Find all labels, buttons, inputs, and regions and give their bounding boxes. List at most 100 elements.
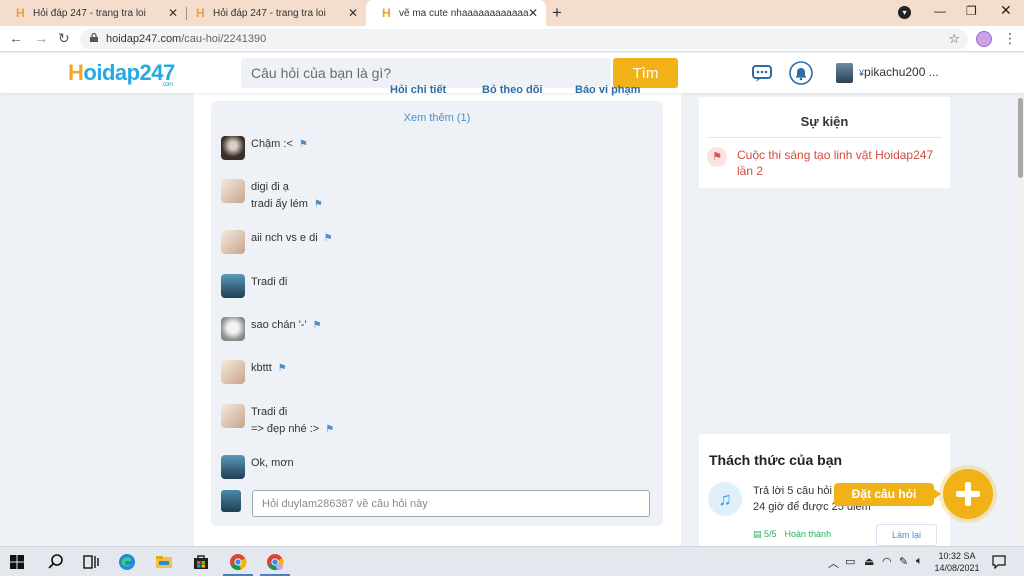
comment-line: Ok, mơn — [251, 457, 294, 469]
chrome-profile-icon[interactable] — [266, 553, 284, 571]
url-path: /cau-hoi/2241390 — [181, 33, 267, 45]
pen-icon[interactable]: ✎ — [899, 555, 908, 568]
username-text: pikachu200 ... — [864, 65, 939, 79]
notification-bell-icon[interactable] — [789, 61, 813, 85]
avatar[interactable] — [221, 404, 245, 428]
browser-menu-icon[interactable]: ⋮ — [1003, 30, 1017, 47]
unfollow-link[interactable]: Bỏ theo dõi — [482, 84, 543, 96]
scrollbar-thumb[interactable] — [1018, 98, 1023, 178]
bookmark-star-icon[interactable]: ☆ — [948, 31, 960, 47]
comment-line: digi đi ạ — [251, 181, 289, 193]
comment-line: Tradi đi — [251, 276, 288, 288]
profile-avatar-icon[interactable] — [976, 31, 992, 47]
detail-link[interactable]: Hỏi chi tiết — [390, 84, 446, 96]
comment-line: kbttt — [251, 362, 272, 374]
comment-input[interactable] — [252, 490, 650, 517]
close-tab-icon[interactable]: ✕ — [348, 6, 358, 20]
report-flag-icon[interactable]: ⚑ — [325, 421, 334, 438]
checklist-icon: ▤ — [753, 529, 765, 539]
new-tab-icon[interactable]: + — [552, 3, 562, 23]
user-avatar[interactable] — [836, 63, 853, 83]
battery-icon[interactable]: ▭ — [845, 555, 855, 568]
report-flag-icon[interactable]: ⚑ — [278, 360, 287, 377]
edge-browser-icon[interactable] — [118, 553, 136, 571]
report-link[interactable]: Báo vi phạm — [575, 84, 640, 96]
comment-line: sao chán '-' — [251, 319, 307, 331]
redo-button[interactable]: Làm lại — [876, 524, 937, 546]
comment-text: Tradi đi => đẹp nhé :> ⚑ — [251, 404, 334, 438]
browser-tabstrip: H Hỏi đáp 247 - trang tra loi ✕ H Hỏi đá… — [0, 0, 1024, 26]
challenge-progress: ▤ 5/5 Hoàn thành — [753, 529, 831, 540]
browser-toolbar: ← → ↻ hoidap247.com/cau-hoi/2241390 ☆ — [0, 26, 1024, 52]
usb-icon[interactable]: ⏏ — [864, 555, 874, 568]
tab-title: Hỏi đáp 247 - trang tra loi — [33, 7, 146, 19]
report-flag-icon[interactable]: ⚑ — [324, 230, 333, 247]
minimize-icon[interactable]: — — [934, 4, 946, 18]
avatar[interactable] — [221, 455, 245, 479]
comment-text: kbttt ⚑ — [251, 360, 287, 377]
avatar[interactable] — [221, 360, 245, 384]
ask-question-label[interactable]: Đặt câu hỏi — [834, 483, 941, 506]
volume-icon[interactable]: 🔈︎ — [916, 555, 923, 568]
url-host: hoidap247.com — [106, 33, 182, 45]
avatar[interactable] — [221, 274, 245, 298]
address-bar[interactable]: hoidap247.com/cau-hoi/2241390 ☆ — [80, 29, 968, 49]
progress-count: 5/5 — [764, 529, 777, 539]
windows-start-icon[interactable] — [10, 555, 24, 569]
status-badge: Hoàn thành — [784, 529, 832, 539]
comment-text: Ok, mơn — [251, 455, 294, 472]
search-icon[interactable] — [47, 553, 65, 571]
comment-text: Tradi đi — [251, 274, 287, 291]
tray-expand-icon[interactable]: ︿ — [828, 555, 839, 571]
chat-icon[interactable] — [750, 61, 774, 85]
music-note-icon: ♫ — [708, 482, 742, 516]
file-explorer-icon[interactable] — [155, 553, 173, 571]
logo-suffix: .com — [161, 82, 174, 88]
tab-title: vẽ ma cute nhaaaaaaaaaaaaaaa — [399, 7, 529, 19]
report-flag-icon[interactable]: ⚑ — [313, 317, 322, 334]
avatar[interactable] — [221, 230, 245, 254]
lock-icon — [90, 33, 98, 42]
back-icon[interactable]: ← — [9, 30, 23, 46]
avatar[interactable] — [221, 317, 245, 341]
close-tab-icon[interactable]: ✕ — [528, 6, 538, 20]
challenge-title: Thách thức của bạn — [709, 452, 843, 468]
hoidap247-logo[interactable]: Hoidap247 .com — [68, 60, 175, 88]
browser-tab-2[interactable]: H Hỏi đáp 247 - trang tra loi ✕ — [180, 0, 366, 26]
comment-text: sao chán '-' ⚑ — [251, 317, 322, 334]
tab-title: Hỏi đáp 247 - trang tra loi — [213, 7, 326, 19]
report-flag-icon[interactable]: ⚑ — [299, 136, 308, 153]
event-link[interactable]: Cuộc thi sáng tạo linh vật Hoidap247 lần… — [737, 147, 947, 179]
task-view-icon[interactable] — [82, 553, 100, 571]
ask-question-plus-icon[interactable] — [943, 469, 993, 519]
comment-line: Chậm :< — [251, 138, 293, 150]
see-more-link[interactable]: Xem thêm (1) — [211, 112, 663, 124]
flag-icon: ⚑ — [707, 147, 727, 167]
chrome-icon[interactable] — [229, 553, 247, 571]
report-flag-icon[interactable]: ⚑ — [314, 196, 323, 213]
clock[interactable]: 10:32 SA 14/08/2021 — [932, 550, 982, 574]
windows-taskbar: ︿ ▭ ⏏ ◠ ✎ 🔈︎ 10:32 SA 14/08/2021 — [0, 546, 1024, 576]
wifi-icon[interactable]: ◠ — [882, 555, 892, 568]
notifications-icon[interactable] — [992, 555, 1006, 569]
comment-text: digi đi ạ tradi ấy lém ⚑ — [251, 179, 323, 213]
avatar[interactable] — [221, 136, 245, 160]
forward-icon[interactable]: → — [34, 30, 48, 46]
browser-tab-1[interactable]: H Hỏi đáp 247 - trang tra loi ✕ — [0, 0, 186, 26]
store-icon[interactable] — [192, 553, 210, 571]
clock-time: 10:32 SA — [938, 551, 976, 561]
event-title: Sự kiện — [800, 114, 849, 129]
restore-icon[interactable]: ❐ — [966, 4, 977, 18]
close-tab-icon[interactable]: ✕ — [168, 6, 178, 20]
browser-tab-3-active[interactable]: H vẽ ma cute nhaaaaaaaaaaaaaaa ✕ — [366, 0, 546, 26]
comment-text: Chậm :< ⚑ — [251, 136, 308, 153]
question-actions: Hỏi chi tiết Bỏ theo dõi Báo vi phạm — [194, 84, 681, 96]
avatar[interactable] — [221, 179, 245, 203]
close-window-icon[interactable]: ✕ — [1000, 2, 1012, 19]
comment-line: => đẹp nhé :> — [251, 423, 320, 435]
user-menu[interactable]: ¥pikachu200 ... — [859, 65, 939, 79]
tab-search-icon[interactable]: ▾ — [898, 6, 911, 19]
reload-icon[interactable]: ↻ — [58, 30, 70, 47]
comment-line: Tradi đi — [251, 406, 288, 418]
hoidap-favicon-icon: H — [196, 6, 205, 20]
